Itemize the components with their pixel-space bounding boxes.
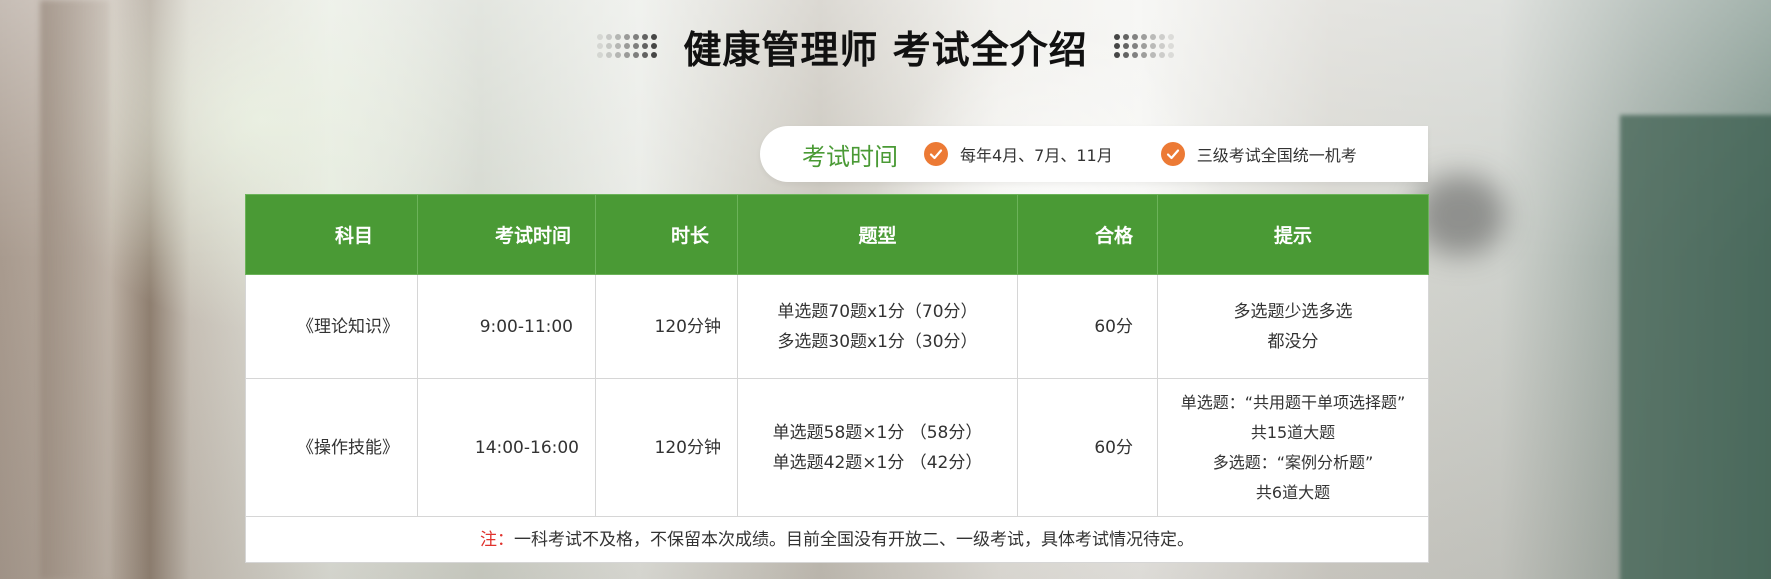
question-type-line: 单选题42题×1分 （42分） <box>772 452 983 473</box>
tip-line: 单选题：“共用题干单项选择题” <box>1180 392 1406 412</box>
table-note-row: 注：一科考试不及格，不保留本次成绩。目前全国没有开放二、一级考试，具体考试情况待… <box>245 516 1429 563</box>
table-note: 注：一科考试不及格，不保留本次成绩。目前全国没有开放二、一级考试，具体考试情况待… <box>245 516 1429 563</box>
info-item-computer-exam: 三级考试全国统一机考 <box>1160 142 1357 166</box>
cell-tips: 多选题少选多选 都没分 <box>1157 274 1429 379</box>
background-pillar <box>40 0 110 579</box>
exam-time-info-bar: 考试时间 每年4月、7月、11月 三级考试全国统一机考 <box>760 126 1428 182</box>
page-title: 健康管理师 考试全介绍 <box>683 27 1088 72</box>
column-header-tips: 提示 <box>1157 194 1429 275</box>
tip-line: 都没分 <box>1267 331 1319 352</box>
background-green-board <box>1620 115 1771 579</box>
column-header-question-type: 题型 <box>737 194 1018 275</box>
table-row: 《理论知识》 9:00-11:00 120分钟 单选题70题x1分（70分） 多… <box>245 274 1429 379</box>
page-header: 健康管理师 考试全介绍 <box>0 18 1771 74</box>
cell-question-types: 单选题58题×1分 （58分） 单选题42题×1分 （42分） <box>737 378 1018 517</box>
cell-subject: 《理论知识》 <box>245 274 418 379</box>
column-header-duration: 时长 <box>595 194 738 275</box>
tip-line: 共6道大题 <box>1255 482 1331 502</box>
tip-line: 共15道大题 <box>1250 422 1336 442</box>
info-item-months: 每年4月、7月、11月 <box>924 142 1113 166</box>
cell-question-types: 单选题70题x1分（70分） 多选题30题x1分（30分） <box>737 274 1018 379</box>
info-item-text: 每年4月、7月、11月 <box>960 146 1113 165</box>
check-circle-icon <box>924 142 948 166</box>
cell-duration: 120分钟 <box>595 274 738 379</box>
question-type-line: 多选题30题x1分（30分） <box>777 331 978 352</box>
decorative-dots-right-icon <box>1113 34 1174 58</box>
table-header-row: 科目 考试时间 时长 题型 合格 提示 <box>245 194 1429 275</box>
tip-line: 多选题：“案例分析题” <box>1212 452 1374 472</box>
note-text: 一科考试不及格，不保留本次成绩。目前全国没有开放二、一级考试，具体考试情况待定。 <box>514 529 1194 550</box>
cell-duration: 120分钟 <box>595 378 738 517</box>
info-item-text: 三级考试全国统一机考 <box>1196 146 1357 165</box>
exam-info-table-container: 科目 考试时间 时长 题型 合格 提示 《理论知识》 9:00-11:00 12… <box>245 194 1429 563</box>
cell-pass: 60分 <box>1017 274 1158 379</box>
check-circle-icon <box>1160 142 1185 166</box>
question-type-line: 单选题70题x1分（70分） <box>777 301 978 322</box>
table-row: 《操作技能》 14:00-16:00 120分钟 单选题58题×1分 （58分）… <box>245 378 1429 517</box>
tip-line: 多选题少选多选 <box>1233 301 1353 322</box>
note-label: 注： <box>480 529 514 550</box>
column-header-pass: 合格 <box>1017 194 1158 275</box>
exam-time-label: 考试时间 <box>802 142 898 171</box>
page-background: 健康管理师 考试全介绍 考试时间 每年4月、7月、11月 三级考试全国统一机考 <box>0 0 1771 579</box>
cell-exam-time: 9:00-11:00 <box>417 274 596 379</box>
column-header-subject: 科目 <box>245 194 418 275</box>
cell-pass: 60分 <box>1017 378 1158 517</box>
question-type-line: 单选题58题×1分 （58分） <box>772 422 983 443</box>
exam-info-table: 科目 考试时间 时长 题型 合格 提示 《理论知识》 9:00-11:00 12… <box>245 194 1429 563</box>
column-header-exam-time: 考试时间 <box>417 194 596 275</box>
cell-subject: 《操作技能》 <box>245 378 418 517</box>
cell-tips: 单选题：“共用题干单项选择题” 共15道大题 多选题：“案例分析题” 共6道大题 <box>1157 378 1429 517</box>
decorative-dots-left-icon <box>597 34 658 58</box>
cell-exam-time: 14:00-16:00 <box>417 378 596 517</box>
